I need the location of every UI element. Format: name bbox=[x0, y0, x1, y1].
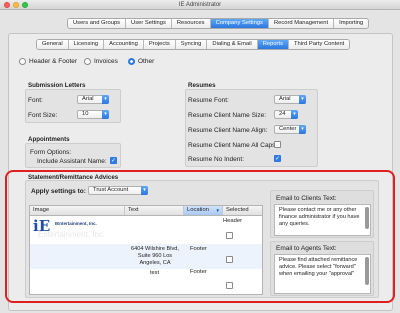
resume-font-popup[interactable]: Arial ▾ bbox=[274, 95, 306, 104]
font-popup[interactable]: Arial ▾ bbox=[77, 95, 109, 104]
resume-name-align-popup[interactable]: Center ▾ bbox=[274, 125, 306, 134]
submission-letters-title: Submission Letters bbox=[28, 82, 86, 89]
font-size-value: 10 bbox=[82, 111, 89, 117]
subtab-projects[interactable]: Projects bbox=[143, 40, 176, 49]
resume-name-size-popup[interactable]: 24 ▾ bbox=[274, 110, 298, 119]
minimize-icon[interactable] bbox=[13, 2, 19, 8]
font-label: Font: bbox=[28, 97, 43, 104]
radio-other[interactable] bbox=[128, 58, 135, 65]
window-title: IE Administrator bbox=[178, 2, 222, 8]
subtab-reports[interactable]: Reports bbox=[257, 40, 290, 49]
resume-name-align-label: Resume Client Name Align: bbox=[188, 127, 268, 134]
checkmark-icon: ✓ bbox=[111, 158, 117, 164]
font-value: Arial bbox=[82, 96, 94, 102]
tab-resources[interactable]: Resources bbox=[171, 19, 211, 28]
top-tab-bar: Users and Groups User Settings Resources… bbox=[67, 18, 370, 29]
tab-record-management[interactable]: Record Management bbox=[268, 19, 335, 28]
subtab-accounting[interactable]: Accounting bbox=[104, 40, 144, 49]
zoom-icon[interactable] bbox=[22, 2, 28, 8]
font-size-label: Font Size: bbox=[28, 112, 58, 119]
resume-all-caps-checkbox[interactable] bbox=[274, 141, 281, 148]
font-size-popup[interactable]: 10 ▾ bbox=[77, 110, 109, 119]
highlight-annotation bbox=[5, 170, 395, 303]
subtab-dialing-email[interactable]: Dialing & Email bbox=[207, 40, 258, 49]
resume-name-size-value: 24 bbox=[279, 111, 286, 117]
resume-font-label: Resume Font: bbox=[188, 97, 229, 104]
subtab-third-party-content[interactable]: Third Party Content bbox=[289, 40, 350, 49]
subtab-general[interactable]: General bbox=[37, 40, 69, 49]
resume-name-align-value: Center bbox=[279, 126, 297, 132]
subtab-licensing[interactable]: Licensing bbox=[68, 40, 105, 49]
popup-arrow-icon: ▾ bbox=[299, 125, 306, 134]
popup-arrow-icon: ▾ bbox=[102, 110, 109, 119]
radio-header-footer-label: Header & Footer bbox=[29, 58, 78, 65]
resume-name-size-label: Resume Client Name Size: bbox=[188, 112, 267, 119]
resumes-title: Resumes bbox=[188, 82, 216, 89]
sub-tab-bar: General Licensing Accounting Projects Sy… bbox=[36, 39, 351, 50]
radio-header-footer[interactable] bbox=[19, 58, 26, 65]
close-icon[interactable] bbox=[4, 2, 10, 8]
resume-all-caps-label: Resume Client Name All Caps: bbox=[188, 142, 278, 149]
checkmark-icon: ✓ bbox=[275, 156, 281, 162]
popup-arrow-icon: ▾ bbox=[299, 95, 306, 104]
resume-no-indent-checkbox[interactable]: ✓ bbox=[274, 155, 281, 162]
subtab-syncing[interactable]: Syncing bbox=[175, 40, 208, 49]
form-options-label: Form Options: bbox=[30, 149, 72, 156]
tab-user-settings[interactable]: User Settings bbox=[126, 19, 172, 28]
radio-invoices-label: Invoices bbox=[94, 58, 118, 65]
include-assistant-checkbox[interactable]: ✓ bbox=[110, 157, 117, 164]
popup-arrow-icon: ▾ bbox=[102, 95, 109, 104]
appointments-title: Appointments bbox=[28, 136, 70, 143]
radio-invoices[interactable] bbox=[84, 58, 91, 65]
window-titlebar: IE Administrator bbox=[0, 0, 400, 10]
resume-font-value: Arial bbox=[279, 96, 291, 102]
resume-no-indent-label: Resume No Indent: bbox=[188, 156, 245, 163]
tab-importing[interactable]: Importing bbox=[334, 19, 369, 28]
popup-arrow-icon: ▾ bbox=[291, 110, 298, 119]
tab-users-and-groups[interactable]: Users and Groups bbox=[68, 19, 127, 28]
include-assistant-label: Include Assistant Name: bbox=[37, 158, 107, 165]
radio-other-label: Other bbox=[138, 58, 155, 65]
tab-company-settings[interactable]: Company Settings bbox=[210, 19, 269, 28]
